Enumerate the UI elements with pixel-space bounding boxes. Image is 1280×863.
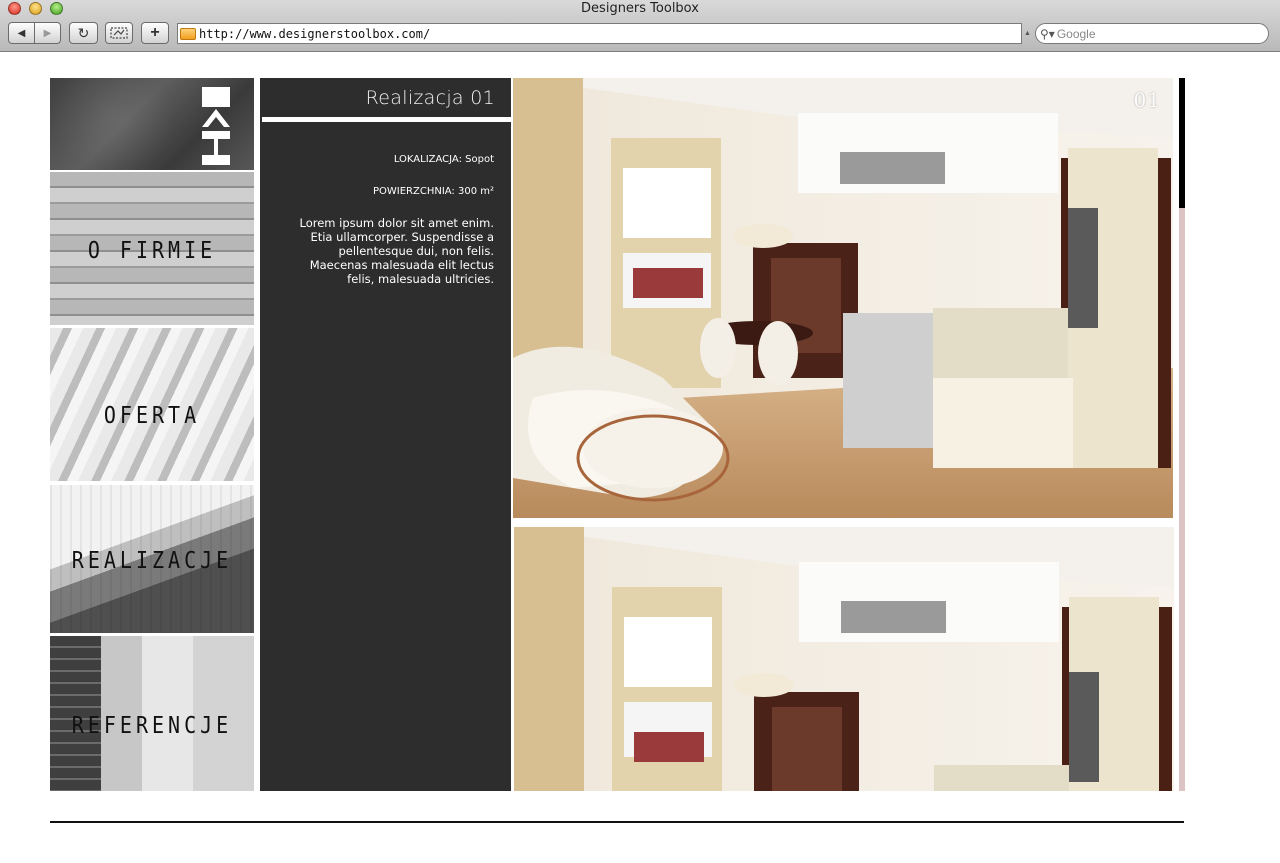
project-photo-main[interactable]: 01 xyxy=(513,78,1173,518)
nav-tile-o-firmie[interactable]: O FIRMIE xyxy=(50,172,254,325)
logo-tile[interactable] xyxy=(50,78,254,170)
logo-icon xyxy=(202,87,230,165)
back-forward-group: ◀ ▶ xyxy=(8,22,61,44)
browser-toolbar: Designers Toolbox ◀ ▶ ↻ + http://www.des… xyxy=(0,0,1280,52)
back-button[interactable]: ◀ xyxy=(9,23,34,43)
nav-tile-oferta[interactable]: OFERTA xyxy=(50,328,254,481)
address-text[interactable]: http://www.designerstoolbox.com/ xyxy=(199,27,430,41)
nav-label-oferta: OFERTA xyxy=(103,401,201,429)
project-title: Realizacja 01 xyxy=(365,87,495,109)
nav-label-referencje: REFERENCJE xyxy=(71,711,233,739)
project-description: Lorem ipsum dolor sit amet enim. Etia ul… xyxy=(299,216,495,286)
snapback-button[interactable] xyxy=(105,22,133,44)
project-location: LOKALIZACJA: Sopot xyxy=(393,154,494,165)
nav-label-o-firmie: O FIRMIE xyxy=(87,236,217,264)
address-dropdown-icon[interactable]: ▲ xyxy=(1024,30,1031,37)
nav-tile-referencje[interactable]: REFERENCJE xyxy=(50,636,254,791)
reload-button[interactable]: ↻ xyxy=(69,22,98,44)
project-photo-second[interactable] xyxy=(514,527,1174,791)
scrollbar-thumb[interactable] xyxy=(1179,78,1185,208)
kitchen-photo-image xyxy=(513,78,1173,518)
kitchen-photo-image-2 xyxy=(514,527,1174,791)
forward-button[interactable]: ▶ xyxy=(34,23,60,43)
nav-tile-realizacje[interactable]: REALIZACJE xyxy=(50,485,254,633)
nav-label-realizacje: REALIZACJE xyxy=(71,546,233,574)
title-divider xyxy=(262,117,511,122)
window-title: Designers Toolbox xyxy=(581,1,699,16)
photo-number: 01 xyxy=(1133,88,1161,112)
address-bar[interactable]: http://www.designerstoolbox.com/ xyxy=(177,23,1022,44)
site-folder-icon xyxy=(180,27,196,40)
footer-divider xyxy=(50,821,1184,823)
snapback-icon xyxy=(110,27,128,39)
search-field[interactable]: ⚲▾ xyxy=(1035,23,1269,44)
page-scrollbar[interactable] xyxy=(1179,78,1185,791)
add-bookmark-button[interactable]: + xyxy=(141,22,169,44)
search-input[interactable] xyxy=(1056,26,1237,41)
project-info-panel: Realizacja 01 LOKALIZACJA: Sopot POWIERZ… xyxy=(260,78,511,791)
project-area: POWIERZCHNIA: 300 m² xyxy=(372,186,494,197)
search-icon[interactable]: ⚲▾ xyxy=(1040,27,1055,41)
